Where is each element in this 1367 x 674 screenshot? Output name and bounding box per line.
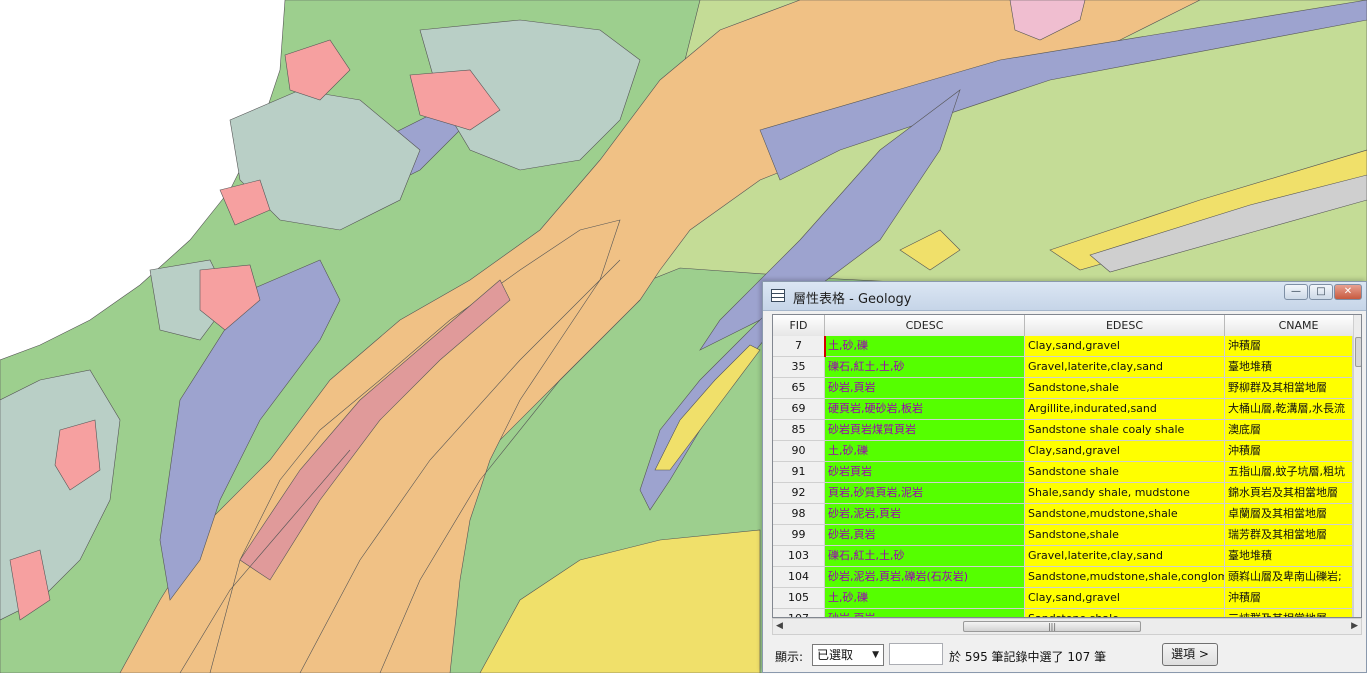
cell-edesc: Sandstone shale coaly shale	[1025, 420, 1225, 441]
cell-cdesc: 土,砂,礫	[825, 441, 1025, 462]
scroll-left-arrow-icon[interactable]: ◀	[776, 621, 783, 631]
chevron-down-icon: ▼	[872, 650, 879, 660]
table-footer: 顯示: 已選取 ▼ 於 595 筆記錄中選了 107 筆 選項 >	[763, 640, 1366, 674]
table-row[interactable]: 65 砂岩,頁岩 Sandstone,shale 野柳群及其相當地層	[773, 378, 1361, 399]
minimize-button[interactable]: —	[1284, 284, 1308, 300]
cell-cdesc: 砂岩,頁岩	[825, 378, 1025, 399]
cell-fid: 69	[773, 399, 825, 420]
cell-fid: 65	[773, 378, 825, 399]
cell-cname: 澳底層	[1225, 420, 1353, 441]
window-title: 層性表格 - Geology	[793, 292, 912, 307]
window-titlebar[interactable]: 層性表格 - Geology — □ ✕	[763, 282, 1366, 311]
cell-cname: 沖積層	[1225, 336, 1353, 357]
cell-edesc: Sandstone,mudstone,shale,conglome…	[1025, 567, 1225, 588]
cell-cname: 野柳群及其相當地層	[1225, 378, 1353, 399]
cell-cdesc: 硬頁岩,硬砂岩,板岩	[825, 399, 1025, 420]
cell-cdesc: 砂岩,泥岩,頁岩,礫岩(石灰岩)	[825, 567, 1025, 588]
cell-fid: 104	[773, 567, 825, 588]
cell-fid: 92	[773, 483, 825, 504]
selection-status: 於 595 筆記錄中選了 107 筆	[949, 650, 1107, 664]
cell-fid: 105	[773, 588, 825, 609]
cell-cdesc: 頁岩,砂質頁岩,泥岩	[825, 483, 1025, 504]
header-fid[interactable]: FID	[773, 315, 825, 336]
cell-cname: 沖積層	[1225, 441, 1353, 462]
cell-cdesc: 砂岩頁岩	[825, 462, 1025, 483]
header-edesc[interactable]: EDESC	[1025, 315, 1225, 336]
current-row-marker	[824, 336, 826, 357]
maximize-button[interactable]: □	[1309, 284, 1333, 300]
cell-edesc: Clay,sand,gravel	[1025, 588, 1225, 609]
cell-edesc: Gravel,laterite,clay,sand	[1025, 546, 1225, 567]
cell-cname: 沖積層	[1225, 588, 1353, 609]
cell-cname: 大桶山層,乾溝層,水長流	[1225, 399, 1353, 420]
cell-cname: 臺地堆積	[1225, 357, 1353, 378]
cell-edesc: Clay,sand,gravel	[1025, 441, 1225, 462]
table-row[interactable]: 99 砂岩,頁岩 Sandstone,shale 瑞芳群及其相當地層	[773, 525, 1361, 546]
cell-cname: 三峽群及其相當地層	[1225, 609, 1353, 617]
cell-cdesc: 砂岩,頁岩	[825, 525, 1025, 546]
table-row[interactable]: 92 頁岩,砂質頁岩,泥岩 Shale,sandy shale, mudston…	[773, 483, 1361, 504]
table-row[interactable]: 98 砂岩,泥岩,頁岩 Sandstone,mudstone,shale 卓蘭層…	[773, 504, 1361, 525]
cell-fid: 103	[773, 546, 825, 567]
cell-edesc: Clay,sand,gravel	[1025, 336, 1225, 357]
cell-cdesc: 礫石,紅土,土,砂	[825, 357, 1025, 378]
cell-fid: 91	[773, 462, 825, 483]
cell-edesc: Sandstone,shale	[1025, 609, 1225, 617]
cell-cname: 錦水頁岩及其相當地層	[1225, 483, 1353, 504]
cell-fid: 99	[773, 525, 825, 546]
cell-fid: 90	[773, 441, 825, 462]
cell-edesc: Shale,sandy shale, mudstone	[1025, 483, 1225, 504]
cell-edesc: Sandstone,shale	[1025, 525, 1225, 546]
options-button[interactable]: 選項 >	[1162, 643, 1218, 666]
table-icon	[771, 289, 785, 302]
cell-edesc: Argillite,indurated,sand	[1025, 399, 1225, 420]
cell-edesc: Sandstone,shale	[1025, 378, 1225, 399]
cell-fid: 85	[773, 420, 825, 441]
table-row[interactable]: 103 礫石,紅土,土,砂 Gravel,laterite,clay,sand …	[773, 546, 1361, 567]
cell-fid: 98	[773, 504, 825, 525]
cell-cdesc: 土,砂,礫	[825, 336, 1025, 357]
table-row[interactable]: 85 砂岩頁岩煤質頁岩 Sandstone shale coaly shale …	[773, 420, 1361, 441]
vertical-scroll-thumb[interactable]	[1355, 337, 1361, 367]
table-row[interactable]: 105 土,砂,礫 Clay,sand,gravel 沖積層	[773, 588, 1361, 609]
close-button[interactable]: ✕	[1334, 284, 1362, 300]
show-label: 顯示:	[775, 650, 804, 664]
cell-cname: 瑞芳群及其相當地層	[1225, 525, 1353, 546]
cell-edesc: Gravel,laterite,clay,sand	[1025, 357, 1225, 378]
scroll-right-arrow-icon[interactable]: ▶	[1351, 621, 1358, 631]
cell-edesc: Sandstone shale	[1025, 462, 1225, 483]
cell-cname: 五指山層,蚊子坑層,粗坑	[1225, 462, 1353, 483]
show-dropdown-value: 已選取	[817, 648, 854, 662]
table-row[interactable]: 90 土,砂,礫 Clay,sand,gravel 沖積層	[773, 441, 1361, 462]
cell-fid: 107	[773, 609, 825, 617]
table-row[interactable]: 91 砂岩頁岩 Sandstone shale 五指山層,蚊子坑層,粗坑	[773, 462, 1361, 483]
record-number-input[interactable]	[889, 643, 943, 665]
cell-cname: 臺地堆積	[1225, 546, 1353, 567]
table-row[interactable]: 69 硬頁岩,硬砂岩,板岩 Argillite,indurated,sand 大…	[773, 399, 1361, 420]
table-row[interactable]: 35 礫石,紅土,土,砂 Gravel,laterite,clay,sand 臺…	[773, 357, 1361, 378]
cell-edesc: Sandstone,mudstone,shale	[1025, 504, 1225, 525]
table-row[interactable]: 104 砂岩,泥岩,頁岩,礫岩(石灰岩) Sandstone,mudstone,…	[773, 567, 1361, 588]
attribute-table-window[interactable]: 層性表格 - Geology — □ ✕ FID CDESC EDESC CNA…	[762, 281, 1367, 673]
cell-cdesc: 土,砂,礫	[825, 588, 1025, 609]
horizontal-scrollbar[interactable]: ◀ ||| ▶	[772, 618, 1362, 635]
cell-cdesc: 砂岩,頁岩	[825, 609, 1025, 617]
attribute-grid[interactable]: FID CDESC EDESC CNAME 7 土,砂,礫 Clay,sand,…	[772, 314, 1362, 618]
cell-cdesc: 砂岩頁岩煤質頁岩	[825, 420, 1025, 441]
table-row[interactable]: 107 砂岩,頁岩 Sandstone,shale 三峽群及其相當地層	[773, 609, 1361, 617]
cell-cname: 卓蘭層及其相當地層	[1225, 504, 1353, 525]
vertical-scrollbar[interactable]	[1353, 315, 1361, 617]
cell-fid: 7	[773, 336, 825, 357]
table-row[interactable]: 7 土,砂,礫 Clay,sand,gravel 沖積層	[773, 336, 1361, 357]
cell-fid: 35	[773, 357, 825, 378]
cell-cdesc: 礫石,紅土,土,砂	[825, 546, 1025, 567]
horizontal-scroll-thumb[interactable]: |||	[963, 621, 1141, 632]
cell-cdesc: 砂岩,泥岩,頁岩	[825, 504, 1025, 525]
table-header: FID CDESC EDESC CNAME	[773, 315, 1361, 337]
cell-cname: 頭嵙山層及卑南山礫岩;	[1225, 567, 1353, 588]
header-cdesc[interactable]: CDESC	[825, 315, 1025, 336]
header-cname[interactable]: CNAME	[1225, 315, 1361, 336]
show-dropdown[interactable]: 已選取 ▼	[812, 644, 884, 666]
